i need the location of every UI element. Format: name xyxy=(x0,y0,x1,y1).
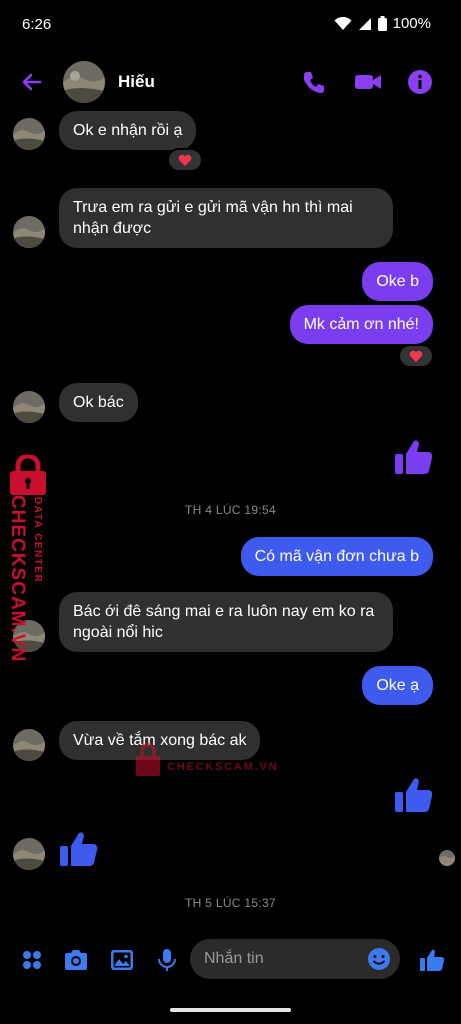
heart-reaction[interactable] xyxy=(167,148,203,172)
message-input[interactable]: Nhắn tin xyxy=(190,939,400,979)
sender-avatar xyxy=(13,118,45,150)
seen-avatar xyxy=(439,850,455,866)
info-icon[interactable] xyxy=(404,66,436,98)
heart-reaction[interactable] xyxy=(398,344,434,368)
lock-icon xyxy=(136,743,160,776)
status-icons: 100% xyxy=(334,15,431,32)
watermark-center: CHECKSCAM.VN xyxy=(135,740,295,780)
sender-avatar xyxy=(13,838,45,870)
timestamp: TH 5 LÚC 15:37 xyxy=(185,896,276,910)
wifi-icon xyxy=(334,16,352,30)
watermark-sub: DATA CENTER xyxy=(32,497,43,584)
video-camera-icon[interactable] xyxy=(352,66,384,98)
message-bubble[interactable]: Mk cảm ơn nhé! xyxy=(289,305,433,344)
battery-icon xyxy=(377,16,387,31)
watermark-brand: CHECKSCAM.VN xyxy=(167,761,279,773)
sender-avatar xyxy=(13,216,45,248)
camera-icon[interactable] xyxy=(62,946,90,974)
message-bubble[interactable]: Ok bác xyxy=(59,383,138,422)
watermark-side: CHECKSCAM.VN DATA CENTER xyxy=(4,455,54,662)
message-bubble[interactable]: Có mã vận đơn chưa b xyxy=(240,537,433,576)
phone-icon[interactable] xyxy=(298,66,330,98)
apps-icon[interactable] xyxy=(18,946,46,974)
message-bubble[interactable]: Bác ới đê sáng mai e ra luôn nay em ko r… xyxy=(59,592,393,652)
contact-name[interactable]: Hiếu xyxy=(118,72,155,92)
message-bubble[interactable]: Oke ạ xyxy=(362,666,433,705)
status-time: 6:26 xyxy=(22,16,52,33)
composer-bar: Nhắn tin xyxy=(0,930,461,990)
heart-icon xyxy=(178,154,192,166)
home-indicator[interactable] xyxy=(170,1008,291,1012)
signal-icon xyxy=(358,17,371,30)
message-input-placeholder: Nhắn tin xyxy=(204,950,264,967)
message-bubble[interactable]: Oke b xyxy=(362,262,433,301)
lock-icon xyxy=(10,455,46,495)
gallery-icon[interactable] xyxy=(108,946,136,974)
like-thumb-icon[interactable] xyxy=(393,435,435,477)
watermark-brand: CHECKSCAM.VN xyxy=(7,495,28,663)
back-arrow-icon[interactable] xyxy=(16,66,48,98)
status-bar: 6:26 100% xyxy=(0,0,461,50)
emoji-icon[interactable] xyxy=(367,947,391,971)
like-icon[interactable] xyxy=(418,946,446,974)
message-bubble[interactable]: Trưa em ra gửi e gửi mã vận hn thì mai n… xyxy=(59,188,393,248)
microphone-icon[interactable] xyxy=(153,946,181,974)
like-thumb-icon[interactable] xyxy=(58,827,100,869)
battery-level: 100% xyxy=(392,15,431,32)
heart-icon xyxy=(409,350,423,362)
sender-avatar xyxy=(13,391,45,423)
timestamp: TH 4 LÚC 19:54 xyxy=(185,503,276,517)
sender-avatar xyxy=(13,729,45,761)
conversation-header: Hiếu xyxy=(0,52,461,112)
contact-avatar[interactable] xyxy=(63,61,105,103)
message-bubble[interactable]: Ok e nhận rồi ạ xyxy=(59,111,197,150)
like-thumb-icon[interactable] xyxy=(393,773,435,815)
